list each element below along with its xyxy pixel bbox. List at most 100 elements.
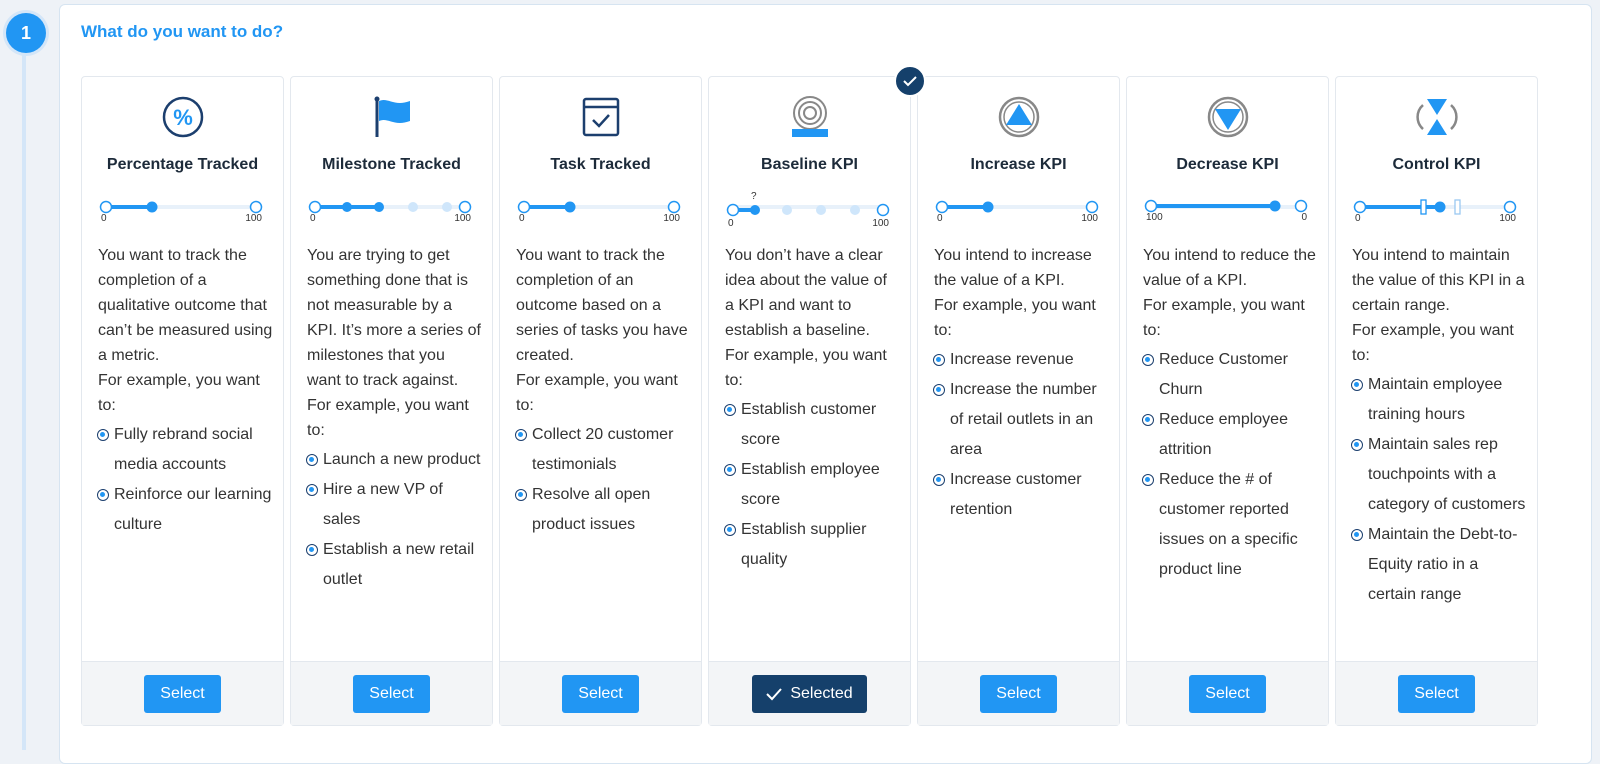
- scale-start-label: 0: [519, 213, 525, 224]
- select-button[interactable]: Select: [1189, 674, 1266, 713]
- select-button[interactable]: Select: [980, 674, 1057, 713]
- card-footer: Select: [291, 661, 492, 725]
- example-list: Collect 20 customer testimonials Resolve …: [515, 420, 691, 540]
- option-card-increase-arrow[interactable]: Increase KPI 0 100 You intend to increase t…: [917, 76, 1120, 726]
- scale-end-label: 100: [663, 213, 680, 224]
- example-item: Fully rebrand social media accounts: [97, 420, 273, 480]
- card-summary: You don’t have a clear idea about the va…: [725, 247, 887, 339]
- progress-scale: 0 100: [934, 193, 1104, 227]
- example-item-text: Increase the number of retail outlets in…: [950, 381, 1097, 458]
- control-range-icon: [1336, 95, 1537, 139]
- bullet-icon: [724, 404, 736, 416]
- bullet-icon: [97, 429, 109, 441]
- select-button[interactable]: Select: [1398, 674, 1475, 713]
- progress-scale: 0 100?: [725, 191, 895, 229]
- card-title: Baseline KPI: [761, 156, 858, 173]
- increase-arrow-icon: [918, 95, 1119, 139]
- selected-button[interactable]: Selected: [752, 674, 867, 713]
- step-number-badge: 1: [6, 13, 46, 53]
- example-list: Establish customer score Establish employ…: [724, 395, 900, 575]
- example-item: Establish customer score: [724, 395, 900, 455]
- card-description: You want to track the completion of a qu…: [97, 243, 273, 540]
- bullet-icon: [306, 484, 318, 496]
- option-card-percent[interactable]: % Percentage Tracked 0 100 You want to track…: [81, 76, 284, 726]
- step-panel: What do you want to do? % Percentage Trac…: [59, 4, 1592, 764]
- baseline-target-icon: [709, 95, 910, 139]
- example-item-text: Collect 20 customer testimonials: [532, 426, 674, 473]
- option-card-baseline-target[interactable]: Baseline KPI 0 100? You don’t have a clear …: [708, 65, 926, 726]
- bullet-icon: [933, 354, 945, 366]
- bullet-icon: [933, 384, 945, 396]
- scale-start-label: 0: [1355, 213, 1361, 224]
- example-item: Maintain employee training hours: [1351, 370, 1527, 430]
- example-item-text: Resolve all open product issues: [532, 486, 651, 533]
- card-footer: Select: [918, 661, 1119, 725]
- select-button[interactable]: Select: [144, 674, 221, 713]
- bullet-icon: [1142, 354, 1154, 366]
- option-card-decrease-arrow[interactable]: Decrease KPI 100 0 You intend to reduce the…: [1126, 76, 1329, 726]
- card-description: You don’t have a clear idea about the va…: [724, 243, 900, 575]
- bullet-icon: [1351, 529, 1363, 541]
- example-item: Establish employee score: [724, 455, 900, 515]
- example-item-text: Establish employee score: [741, 461, 880, 508]
- card-example-intro: For example, you want to:: [1143, 297, 1305, 339]
- scale-end-label: 100: [454, 213, 471, 224]
- card-title: Decrease KPI: [1176, 156, 1279, 173]
- example-list: Increase revenue Increase the number of r…: [933, 345, 1109, 525]
- svg-text:%: %: [173, 105, 193, 130]
- option-card-control-range[interactable]: Control KPI 0 100 You intend to maintain th…: [1335, 76, 1538, 726]
- card-footer: Selected: [709, 661, 910, 725]
- progress-scale: 0 100: [307, 193, 477, 227]
- example-item: Collect 20 customer testimonials: [515, 420, 691, 480]
- bullet-icon: [97, 489, 109, 501]
- scale-start-label: 100: [1146, 212, 1163, 223]
- bullet-icon: [724, 464, 736, 476]
- example-item-text: Hire a new VP of sales: [323, 481, 443, 528]
- bullet-icon: [306, 454, 318, 466]
- task-checklist-icon: [500, 95, 701, 139]
- example-item-text: Increase revenue: [950, 351, 1074, 368]
- example-item-text: Reduce Customer Churn: [1159, 351, 1288, 398]
- card-summary: You want to track the completion of a qu…: [98, 247, 273, 364]
- example-item: Hire a new VP of sales: [306, 475, 482, 535]
- selected-button-label: Selected: [790, 684, 853, 702]
- example-item-text: Increase customer retention: [950, 471, 1082, 518]
- step-rail: [22, 40, 26, 750]
- example-item: Increase the number of retail outlets in…: [933, 375, 1109, 465]
- example-item: Launch a new product: [306, 445, 482, 475]
- progress-scale: 100 0: [1143, 193, 1313, 227]
- scale-start-label: 0: [937, 213, 943, 224]
- example-item-text: Establish a new retail outlet: [323, 541, 475, 588]
- selected-check-icon: [894, 65, 926, 97]
- example-item: Increase revenue: [933, 345, 1109, 375]
- option-card-flag[interactable]: Milestone Tracked 0 100 You are trying to g…: [290, 76, 493, 726]
- bullet-icon: [1351, 439, 1363, 451]
- progress-scale: 0 100: [98, 193, 268, 227]
- option-card-task-checklist[interactable]: Task Tracked 0 100 You want to track the co…: [499, 76, 702, 726]
- scale-end-label: 100: [1499, 213, 1516, 224]
- card-description: You intend to maintain the value of this…: [1351, 243, 1527, 610]
- example-item: Reduce Customer Churn: [1142, 345, 1318, 405]
- card-example-intro: For example, you want to:: [725, 347, 887, 389]
- card-footer: Select: [82, 661, 283, 725]
- progress-scale: 0 100: [516, 193, 686, 227]
- example-item-text: Establish customer score: [741, 401, 877, 448]
- card-summary: You are trying to get something done tha…: [307, 247, 481, 389]
- example-item: Maintain sales rep touchpoints with a ca…: [1351, 430, 1527, 520]
- card-description: You intend to reduce the value of a KPI.…: [1142, 243, 1318, 585]
- scale-unknown-marker: ?: [751, 191, 757, 202]
- select-button[interactable]: Select: [353, 674, 430, 713]
- example-item: Increase customer retention: [933, 465, 1109, 525]
- example-item-text: Fully rebrand social media accounts: [114, 426, 253, 473]
- example-item: Establish a new retail outlet: [306, 535, 482, 595]
- example-item-text: Reduce the # of customer reported issues…: [1159, 471, 1298, 578]
- scale-start-label: 0: [101, 213, 107, 224]
- example-item-text: Maintain sales rep touchpoints with a ca…: [1368, 436, 1526, 513]
- scale-end-label: 100: [245, 213, 262, 224]
- example-item-text: Establish supplier quality: [741, 521, 867, 568]
- card-example-intro: For example, you want to:: [98, 372, 260, 414]
- card-description: You are trying to get something done tha…: [306, 243, 482, 595]
- select-button[interactable]: Select: [562, 674, 639, 713]
- card-summary: You want to track the completion of an o…: [516, 247, 688, 364]
- card-title: Increase KPI: [970, 156, 1067, 173]
